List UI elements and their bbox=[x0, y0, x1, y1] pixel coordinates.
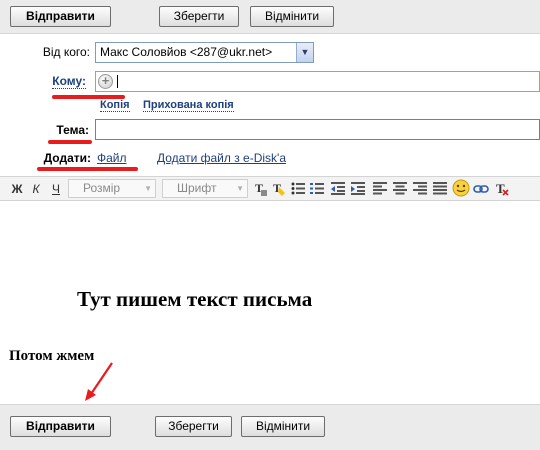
cancel-button-bottom[interactable]: Відмінити bbox=[241, 416, 325, 437]
chevron-down-icon: ▼ bbox=[296, 43, 313, 62]
cancel-button-top[interactable]: Відмінити bbox=[250, 6, 334, 27]
text-color-icon[interactable]: T bbox=[254, 181, 268, 197]
to-field[interactable]: + bbox=[95, 71, 540, 92]
italic-button[interactable]: К bbox=[29, 181, 43, 197]
from-label: Від кого: bbox=[42, 45, 90, 59]
align-right-icon[interactable] bbox=[413, 182, 427, 195]
save-button-top[interactable]: Зберегти bbox=[159, 6, 239, 27]
annotation-write-here: Тут пишем текст письма bbox=[77, 287, 313, 311]
bottom-action-bar: Відправити Зберегти Відмінити bbox=[0, 404, 540, 450]
send-button-bottom[interactable]: Відправити bbox=[10, 416, 111, 437]
numbered-list-icon[interactable] bbox=[310, 182, 324, 195]
chevron-down-icon: ▼ bbox=[236, 184, 244, 193]
bulleted-list-icon[interactable] bbox=[291, 182, 305, 195]
font-family-placeholder: Шрифт bbox=[177, 181, 217, 195]
from-select-value: Макс Соловйов <287@ukr.net> bbox=[100, 45, 273, 59]
annotation-arrow-icon bbox=[85, 362, 113, 401]
highlight-underline-attach bbox=[37, 167, 138, 171]
chevron-down-icon: ▼ bbox=[144, 184, 152, 193]
formatting-toolbar: Ж К Ч Розмір ▼ Шрифт ▼ T T T bbox=[0, 176, 540, 201]
link-icon[interactable] bbox=[473, 183, 489, 195]
align-justify-icon[interactable] bbox=[433, 182, 447, 195]
send-button-top[interactable]: Відправити bbox=[10, 6, 111, 27]
attach-file-link[interactable]: Файл bbox=[97, 151, 127, 165]
save-button-bottom[interactable]: Зберегти bbox=[155, 416, 232, 437]
top-action-bar: Відправити Зберегти Відмінити bbox=[0, 0, 540, 34]
text-caret bbox=[117, 75, 118, 88]
attach-edisk-link[interactable]: Додати файл з e-Disk'а bbox=[157, 151, 286, 165]
subject-label: Тема: bbox=[56, 123, 89, 137]
underline-button[interactable]: Ч bbox=[49, 181, 63, 197]
attach-label: Додати: bbox=[43, 151, 91, 165]
to-label[interactable]: Кому: bbox=[20, 74, 86, 89]
highlight-underline-subject bbox=[48, 140, 92, 144]
bold-button[interactable]: Ж bbox=[10, 181, 24, 197]
indent-icon[interactable] bbox=[351, 182, 365, 195]
smiley-icon[interactable] bbox=[452, 179, 470, 197]
subject-field[interactable] bbox=[95, 119, 540, 140]
background-color-icon[interactable]: T bbox=[272, 181, 287, 197]
clear-format-icon[interactable]: T bbox=[495, 181, 509, 197]
outdent-icon[interactable] bbox=[331, 182, 345, 195]
from-select[interactable]: Макс Соловйов <287@ukr.net> ▼ bbox=[95, 42, 314, 63]
font-size-placeholder: Розмір bbox=[83, 181, 121, 195]
to-label-link[interactable]: Кому: bbox=[52, 74, 86, 89]
align-left-icon[interactable] bbox=[373, 182, 387, 195]
cc-link[interactable]: Копія bbox=[100, 99, 130, 112]
align-center-icon[interactable] bbox=[393, 182, 407, 195]
add-contact-icon[interactable]: + bbox=[98, 74, 113, 89]
font-size-select[interactable]: Розмір ▼ bbox=[68, 179, 156, 198]
font-family-select[interactable]: Шрифт ▼ bbox=[162, 179, 248, 198]
bcc-link[interactable]: Прихована копія bbox=[143, 99, 234, 112]
